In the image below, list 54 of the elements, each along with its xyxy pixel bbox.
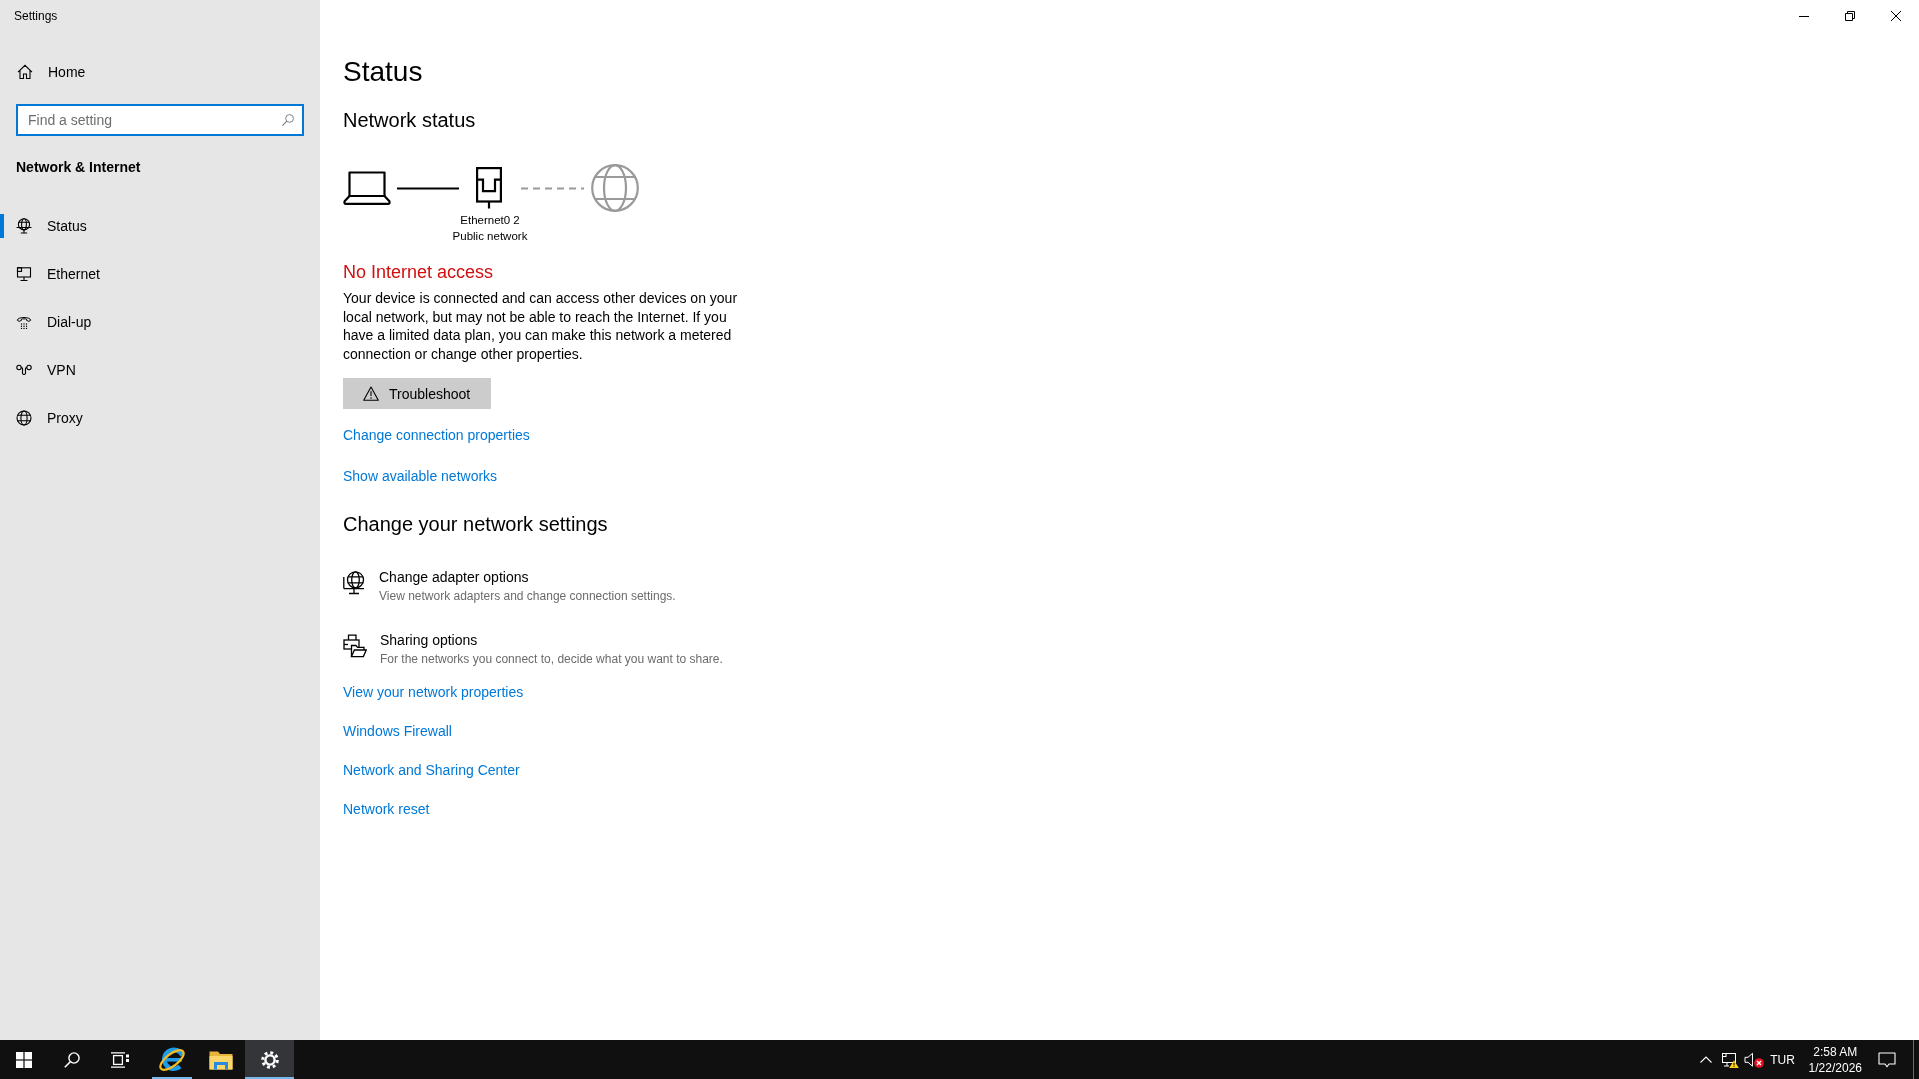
nav-item[interactable]: Ethernet — [0, 250, 112, 298]
search-field[interactable]: Find a setting — [16, 104, 304, 136]
settings-icon — [260, 1050, 279, 1069]
monitor-icon — [16, 266, 32, 282]
settings-link[interactable]: Change connection properties — [343, 425, 530, 445]
printer-folder-icon — [343, 634, 367, 658]
home-link[interactable]: Home — [0, 52, 98, 92]
search-icon — [64, 1051, 80, 1068]
settings-option[interactable]: Change adapter options View network adapters and change connection settings. — [343, 567, 676, 605]
troubleshoot-button[interactable]: Troubleshoot — [343, 378, 492, 409]
ethernet-port-icon — [476, 167, 502, 209]
settings-link[interactable]: View your network properties — [343, 682, 524, 702]
globe-monitor-icon — [343, 571, 366, 595]
page-title: Status — [343, 55, 423, 89]
language-indicator[interactable]: TUR — [1765, 1040, 1800, 1079]
clock[interactable]: 2:58 AM 1/22/2026 — [1799, 1040, 1871, 1079]
volume-muted-icon — [1743, 1051, 1764, 1068]
settings-link[interactable]: Show available networks — [343, 466, 498, 486]
section-heading: Network status — [343, 108, 476, 133]
restore-icon — [1845, 11, 1855, 21]
warning-icon — [363, 386, 379, 401]
settings-option[interactable]: Sharing options For the networks you connect to, decide what you want to share. — [343, 630, 723, 668]
windows-logo-icon — [16, 1051, 32, 1068]
chevron-up-icon — [1699, 1056, 1712, 1063]
nav-item[interactable]: VPN — [0, 346, 88, 394]
connection-line — [397, 186, 459, 190]
linked-rings-icon — [16, 364, 32, 376]
task-view-icon — [111, 1051, 129, 1068]
settings-link[interactable]: Windows Firewall — [343, 721, 452, 741]
laptop-icon — [343, 171, 391, 205]
search-icon — [282, 114, 294, 126]
minimize-icon — [1799, 15, 1809, 17]
section-title: Network & Internet — [16, 158, 141, 177]
adapter-name: Ethernet0 2 — [460, 213, 520, 228]
close-icon — [1891, 11, 1901, 21]
phone-icon — [16, 314, 32, 330]
connection-status-text: No Internet access — [343, 261, 494, 284]
network-type: Public network — [452, 229, 528, 244]
home-icon — [17, 64, 33, 80]
folder-icon — [208, 1049, 233, 1070]
nav-item[interactable]: Dial-up — [0, 298, 104, 346]
globe-icon — [591, 164, 639, 212]
settings-link[interactable]: Network and Sharing Center — [343, 760, 520, 780]
window-title: Settings — [14, 9, 58, 23]
section-heading: Change your network settings — [343, 512, 608, 537]
taskbar-app-button[interactable] — [245, 1040, 294, 1079]
globe-monitor-icon — [16, 218, 32, 234]
globe-icon — [16, 410, 32, 426]
nav-item[interactable]: Proxy — [0, 394, 95, 442]
settings-link[interactable]: Network reset — [343, 799, 430, 819]
network-warning-icon — [1720, 1051, 1739, 1068]
notification-icon — [1878, 1051, 1896, 1068]
nav-item[interactable]: Status — [0, 202, 99, 250]
description-text: Your device is connected and can access other devices on your local network, but may not be able to reach the Internet. If you have a limited data plan, you can make this network a metered connection or change other properties. — [343, 289, 739, 363]
